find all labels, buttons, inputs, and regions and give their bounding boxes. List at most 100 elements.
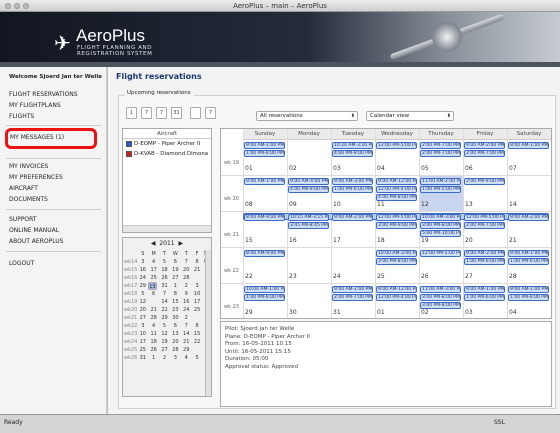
calendar-day-number[interactable]: 08 (245, 201, 253, 208)
calendar-day-number[interactable]: 27 (465, 273, 473, 280)
calendar-day-number[interactable]: 04 (509, 309, 517, 316)
mini-day[interactable] (192, 274, 203, 282)
calendar-event[interactable]: 1:00 PM-6:00 PM (508, 258, 549, 265)
day-view-icon[interactable]: 1 (126, 107, 137, 119)
calendar-day-number[interactable]: 02 (289, 165, 297, 172)
month-view-icon[interactable]: 31 (171, 107, 182, 119)
mini-day[interactable]: 21 (192, 266, 203, 274)
calendar-event[interactable]: 2:00 PM-7:00 PM (332, 294, 373, 301)
mini-day[interactable]: 5 (159, 258, 170, 266)
mini-day[interactable]: 1 (170, 282, 181, 290)
mini-day[interactable]: 17 (148, 266, 159, 274)
calendar-event[interactable]: 11:00 AM-2:00 PM (420, 178, 461, 185)
mini-day[interactable]: 7 (181, 258, 192, 266)
calendar-day-number[interactable]: 21 (509, 237, 517, 244)
calendar-event[interactable]: 1:00 PM-6:00 PM (244, 150, 285, 157)
mini-day[interactable]: 1 (148, 354, 159, 362)
calendar-event[interactable]: 9:00 AM-2:00 PM (332, 214, 373, 221)
calendar-event[interactable]: 12:00 PM-5:00 PM (376, 142, 417, 149)
aircraft-checkbox[interactable] (126, 150, 132, 157)
calendar-event[interactable]: 12:00 PM-4:00 PM (376, 294, 417, 301)
mini-day[interactable]: 30 (170, 314, 181, 322)
calendar-day-number[interactable]: 20 (465, 237, 473, 244)
mini-day[interactable]: 13 (148, 282, 157, 290)
mini-day[interactable]: 5 (192, 354, 203, 362)
nav-my-invoices[interactable]: MY INVOICES (9, 163, 48, 170)
mini-day[interactable] (192, 314, 203, 322)
calendar-event[interactable]: 2:00 PM-9:00 PM (464, 178, 505, 185)
calendar-event[interactable]: 3:00 PM-9:00 PM (376, 222, 417, 229)
calendar-event[interactable]: 2:00 PM-7:00 PM (420, 142, 461, 149)
mini-day[interactable]: 14 (159, 298, 170, 306)
mini-day[interactable]: 4 (181, 354, 192, 362)
calendar-event[interactable]: 1:00 PM-5:00 PM (420, 186, 461, 193)
calendar-event[interactable]: 1:00 PM-6:00 PM (244, 294, 285, 301)
calendar-event[interactable]: 3:00 PM-8:00 PM (420, 294, 461, 301)
nav-online-manual[interactable]: ONLINE MANUAL (9, 227, 59, 234)
calendar-day-number[interactable]: 19 (421, 237, 429, 244)
mini-day[interactable]: 6 (148, 290, 159, 298)
nav-flight-reservations[interactable]: FLIGHT RESERVATIONS (9, 91, 78, 98)
nav-my-flightplans[interactable]: MY FLIGHTPLANS (9, 102, 61, 109)
calendar-event[interactable]: 9:00 AM-2:00 PM (464, 142, 505, 149)
calendar-event[interactable]: 2:00 PM-7:00 PM (420, 150, 461, 157)
calendar-day-number[interactable]: 10 (333, 201, 341, 208)
mini-day[interactable]: 10 (137, 330, 148, 338)
calendar-event[interactable]: 10:00 AM-3:00 PM (420, 214, 461, 221)
calendar-event[interactable]: 2:00 PM-7:00 PM (464, 150, 505, 157)
aircraft-checkbox[interactable] (126, 140, 132, 147)
calendar-day-number[interactable]: 15 (245, 237, 253, 244)
calendar-event[interactable]: 1:00 PM-6:00 PM (508, 294, 549, 301)
calendar-day-number[interactable]: 04 (377, 165, 385, 172)
mini-day[interactable]: 20 (181, 266, 192, 274)
calendar-event[interactable]: 3:00 PM-8:00 PM (420, 222, 461, 229)
mini-day[interactable]: 29 (181, 346, 192, 354)
mini-day[interactable]: 31 (137, 354, 148, 362)
mini-day[interactable]: 15 (192, 330, 203, 338)
mini-day[interactable]: 11 (148, 330, 159, 338)
calendar-event[interactable]: 4:00 PM-8:00 PM (376, 194, 417, 201)
nav-my-messages[interactable]: MY MESSAGES (1) (5, 128, 97, 149)
calendar-day-number[interactable]: 30 (289, 309, 297, 316)
mini-day[interactable]: 4 (148, 322, 159, 330)
calendar-event[interactable]: 9:00 AM-1:00 PM (508, 250, 549, 257)
calendar-event[interactable]: 9:00 AM-1:00 PM (244, 178, 285, 185)
calendar-event[interactable]: 9:00 AM-2:00 PM (464, 250, 505, 257)
mini-day[interactable]: 10 (192, 290, 203, 298)
mini-day[interactable]: 25 (192, 306, 203, 314)
next-year-button[interactable]: ▶ (178, 240, 183, 247)
mini-day[interactable]: 3 (137, 258, 148, 266)
mini-day[interactable]: 13 (170, 330, 181, 338)
calendar-day-number[interactable]: 23 (289, 273, 297, 280)
calendar-event[interactable]: 4:00 PM-9:00 PM (332, 150, 373, 157)
mini-day[interactable]: 6 (170, 322, 181, 330)
mini-day[interactable]: 24 (137, 274, 148, 282)
mini-day[interactable]: 16 (137, 266, 148, 274)
calendar-event[interactable]: 12:00 PM-4:00 PM (376, 186, 417, 193)
week-view-icon[interactable]: 7 (141, 107, 152, 119)
calendar-event[interactable]: 3:00 PM-8:00 PM (376, 258, 417, 265)
mini-day[interactable]: 21 (148, 306, 159, 314)
aircraft-item[interactable]: D-KVAB - Diamond Dimona (123, 149, 211, 159)
horizontal-scrollbar[interactable] (123, 225, 211, 232)
nav-flights[interactable]: FLIGHTS (9, 113, 34, 120)
mini-day[interactable]: 27 (170, 274, 181, 282)
vertical-scrollbar[interactable] (205, 250, 211, 396)
calendar-day-number[interactable]: 09 (289, 201, 297, 208)
mini-day[interactable]: 29 (159, 314, 170, 322)
mini-day[interactable]: 6 (170, 258, 181, 266)
calendar-event[interactable]: 10:00 AM-1:00 PM (244, 286, 285, 293)
calendar-day-number[interactable]: 07 (509, 165, 517, 172)
mini-day[interactable]: 19 (159, 338, 170, 346)
calendar-day-number[interactable]: 05 (421, 165, 429, 172)
mini-day[interactable]: 22 (159, 306, 170, 314)
mini-day[interactable]: 28 (181, 274, 192, 282)
calendar-day-number[interactable]: 03 (333, 165, 341, 172)
close-icon[interactable] (5, 3, 11, 9)
mini-day[interactable]: 7 (181, 322, 192, 330)
mini-day[interactable]: 12 (137, 298, 148, 306)
mini-day[interactable]: 25 (137, 346, 148, 354)
mini-day[interactable]: 15 (170, 298, 181, 306)
mini-day[interactable]: 17 (192, 298, 203, 306)
calendar-day-number[interactable]: 11 (377, 201, 385, 208)
